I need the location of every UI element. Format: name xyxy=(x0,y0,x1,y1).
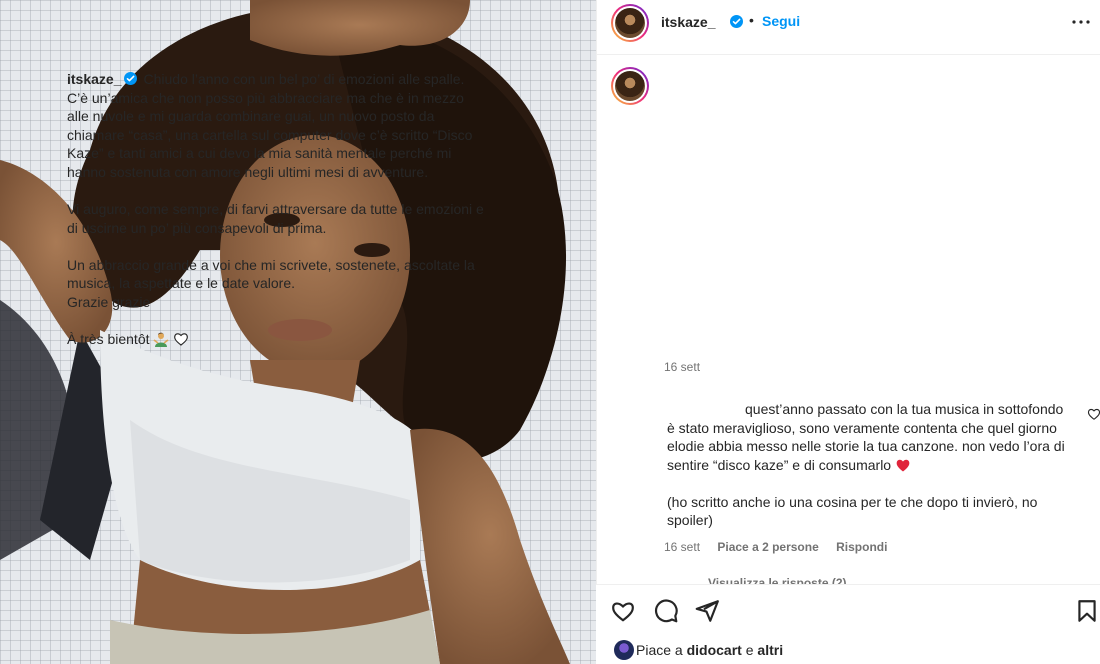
caption-paragraph-5: À très bientôt xyxy=(67,331,150,348)
verified-icon xyxy=(124,72,138,85)
person-gesture-emoji xyxy=(153,332,169,348)
likes-user[interactable]: didocart xyxy=(687,642,742,658)
caption-paragraph-4: Grazie grazie xyxy=(67,293,151,310)
caption-avatar[interactable] xyxy=(611,67,649,105)
comment-time: 16 sett xyxy=(664,540,701,554)
post-header: itskaze_ • Segui xyxy=(597,0,1100,55)
author-username[interactable]: itskaze_ xyxy=(661,14,715,30)
heart-icon[interactable] xyxy=(610,598,636,624)
likes-and: e xyxy=(745,642,754,658)
comment-text-2: (ho scritto anche io una cosina per te c… xyxy=(667,493,1038,529)
comment-text-1: quest’anno passato con la tua musica in … xyxy=(667,401,1065,473)
view-replies-button[interactable]: Visualizza le risposte (2) xyxy=(708,576,847,584)
verified-icon xyxy=(730,15,743,28)
view-replies-label: Visualizza le risposte (2) xyxy=(708,576,847,584)
post-side-panel: itskaze_ • Segui xyxy=(596,0,1100,664)
likes-prefix: Piace a xyxy=(636,642,683,658)
liker-avatar[interactable] xyxy=(614,640,634,660)
comment-like-icon[interactable] xyxy=(1087,407,1100,421)
separator-dot: • xyxy=(749,12,754,28)
caption-username[interactable]: itskaze_ xyxy=(67,71,121,87)
comment-likes[interactable]: Piace a 2 persone xyxy=(717,540,818,554)
reply-button[interactable]: Rispondi xyxy=(836,540,887,554)
share-icon[interactable] xyxy=(694,598,720,624)
likes-others[interactable]: altri xyxy=(757,642,783,658)
caption-paragraph-3: Un abbraccio grande a voi che mi scrivet… xyxy=(67,256,475,292)
comment: quest’anno passato con la tua musica in … xyxy=(667,400,1067,549)
white-heart-emoji xyxy=(174,333,189,346)
action-bar: Piace a didocart e altri xyxy=(596,584,1100,664)
caption-paragraph-1: Chiudo l’anno con un bel po’ di emozioni… xyxy=(67,71,473,180)
save-icon[interactable] xyxy=(1074,598,1100,624)
more-options-icon[interactable] xyxy=(1069,10,1093,34)
caption-time: 16 sett xyxy=(664,360,701,374)
author-avatar[interactable] xyxy=(611,4,649,42)
caption-paragraph-2: Vi auguro, come sempre, di farvi attrave… xyxy=(67,201,484,236)
comment-icon[interactable] xyxy=(653,598,679,624)
post-caption: itskaze_ Chiudo l’anno con un bel po’ di … xyxy=(67,70,487,367)
follow-button[interactable]: Segui xyxy=(762,13,800,29)
likes-summary: Piace a didocart e altri xyxy=(614,640,783,660)
comment-meta: 16 sett Piace a 2 persone Rispondi xyxy=(664,540,901,554)
red-heart-emoji xyxy=(896,459,910,472)
